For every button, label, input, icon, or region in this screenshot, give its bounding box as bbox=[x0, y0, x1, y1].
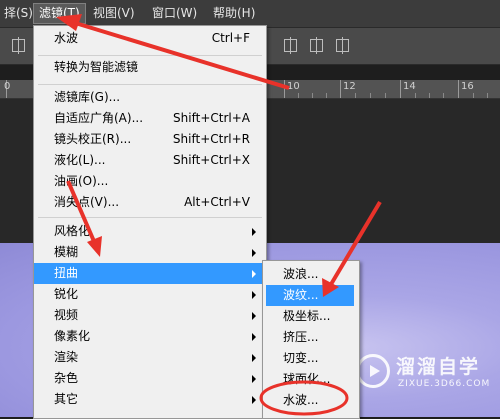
ruler-label: 16 bbox=[461, 81, 474, 92]
menu-item-label: 水波... bbox=[283, 393, 319, 407]
menu-item-label: 水波 bbox=[54, 31, 79, 45]
menu-item-shortcut: Ctrl+F bbox=[211, 31, 250, 45]
menu-item-lens-correction[interactable]: 镜头校正(R)... Shift+Ctrl+R bbox=[34, 129, 266, 150]
menu-item-shortcut: Shift+Ctrl+X bbox=[173, 153, 250, 167]
menu-item-label: 转换为智能滤镜 bbox=[54, 60, 139, 74]
menu-view[interactable]: 视图(V) bbox=[88, 4, 140, 23]
menu-bar: 择(S) 滤镜(T) 视图(V) 窗口(W) 帮助(H) bbox=[0, 0, 500, 28]
align-right-icon[interactable] bbox=[310, 37, 323, 54]
menu-item-zigzag[interactable]: 波纹... bbox=[266, 285, 354, 306]
ruler-label: 14 bbox=[403, 81, 416, 92]
menu-item-vanishing-point[interactable]: 消失点(V)... Alt+Ctrl+V bbox=[34, 192, 266, 213]
ruler-label: 12 bbox=[343, 81, 356, 92]
menu-item-label: 液化(L)... bbox=[54, 153, 106, 167]
submenu-arrow-icon bbox=[252, 354, 256, 362]
menu-item-label: 波纹... bbox=[283, 288, 319, 302]
menu-filter[interactable]: 滤镜(T) bbox=[33, 3, 86, 24]
menu-item-render[interactable]: 渲染 bbox=[34, 347, 266, 368]
menu-item-label: 风格化 bbox=[54, 224, 91, 238]
watermark-subtitle: ZIXUE.3D66.COM bbox=[398, 379, 491, 389]
watermark: 溜溜自学 ZIXUE.3D66.COM bbox=[356, 352, 496, 396]
menu-separator bbox=[38, 84, 262, 85]
menu-item-video[interactable]: 视频 bbox=[34, 305, 266, 326]
menu-window[interactable]: 窗口(W) bbox=[147, 4, 202, 23]
ruler-label: 0 bbox=[4, 81, 11, 92]
menu-item-blur[interactable]: 模糊 bbox=[34, 242, 266, 263]
menu-item-sharpen[interactable]: 锐化 bbox=[34, 284, 266, 305]
menu-item-label: 自适应广角(A)... bbox=[54, 111, 144, 125]
menu-item-label: 滤镜库(G)... bbox=[54, 90, 121, 104]
menu-item-adaptive-wide-angle[interactable]: 自适应广角(A)... Shift+Ctrl+A bbox=[34, 108, 266, 129]
menu-item-last-filter[interactable]: 水波 Ctrl+F bbox=[34, 28, 266, 49]
menu-item-pixelate[interactable]: 像素化 bbox=[34, 326, 266, 347]
menu-help[interactable]: 帮助(H) bbox=[208, 4, 260, 23]
filter-menu: 水波 Ctrl+F 转换为智能滤镜 滤镜库(G)... 自适应广角(A)... … bbox=[33, 25, 267, 419]
menu-item-stylize[interactable]: 风格化 bbox=[34, 221, 266, 242]
menu-item-label: 扭曲 bbox=[54, 266, 79, 280]
menu-item-shortcut: Shift+Ctrl+R bbox=[172, 132, 250, 146]
menu-separator bbox=[38, 217, 262, 218]
submenu-arrow-icon bbox=[252, 312, 256, 320]
menu-item-label: 渲染 bbox=[54, 350, 79, 364]
menu-item-spherize[interactable]: 球面化... bbox=[263, 369, 359, 390]
menu-item-label: 挤压... bbox=[283, 330, 319, 344]
submenu-arrow-icon bbox=[252, 270, 256, 278]
watermark-logo-icon bbox=[356, 354, 390, 388]
submenu-arrow-icon bbox=[252, 396, 256, 404]
menu-item-wave[interactable]: 波浪... bbox=[263, 264, 359, 285]
menu-item-label: 极坐标... bbox=[283, 309, 331, 323]
menu-item-pinch[interactable]: 挤压... bbox=[263, 327, 359, 348]
menu-item-other[interactable]: 其它 bbox=[34, 389, 266, 410]
menu-item-shear[interactable]: 切变... bbox=[263, 348, 359, 369]
align-left-icon[interactable] bbox=[12, 37, 25, 54]
menu-item-filter-gallery[interactable]: 滤镜库(G)... bbox=[34, 87, 266, 108]
menu-separator bbox=[38, 55, 262, 56]
menu-item-label: 切变... bbox=[283, 351, 319, 365]
ruler-label: 10 bbox=[287, 81, 300, 92]
menu-item-label: 球面化... bbox=[283, 372, 331, 386]
menu-item-label: 视频 bbox=[54, 308, 79, 322]
align-center-icon[interactable] bbox=[284, 37, 297, 54]
submenu-arrow-icon bbox=[252, 333, 256, 341]
submenu-arrow-icon bbox=[252, 228, 256, 236]
menu-item-label: 油画(O)... bbox=[54, 174, 109, 188]
distort-submenu: 波浪... 波纹... 极坐标... 挤压... 切变... 球面化... 水波… bbox=[262, 260, 360, 419]
menu-item-distort[interactable]: 扭曲 bbox=[34, 263, 266, 284]
distribute-icon[interactable] bbox=[336, 37, 349, 54]
menu-item-polar-coordinates[interactable]: 极坐标... bbox=[263, 306, 359, 327]
menu-item-label: 消失点(V)... bbox=[54, 195, 120, 209]
menu-item-label: 其它 bbox=[54, 392, 79, 406]
submenu-arrow-icon bbox=[252, 249, 256, 257]
menu-item-liquify[interactable]: 液化(L)... Shift+Ctrl+X bbox=[34, 150, 266, 171]
menu-item-label: 镜头校正(R)... bbox=[54, 132, 132, 146]
menu-item-noise[interactable]: 杂色 bbox=[34, 368, 266, 389]
menu-item-shortcut: Alt+Ctrl+V bbox=[184, 195, 250, 209]
menu-item-label: 波浪... bbox=[283, 267, 319, 281]
menu-item-convert-smart-filter[interactable]: 转换为智能滤镜 bbox=[34, 57, 266, 78]
submenu-arrow-icon bbox=[252, 291, 256, 299]
menu-item-shortcut: Shift+Ctrl+A bbox=[173, 111, 250, 125]
watermark-title: 溜溜自学 bbox=[396, 356, 481, 378]
menu-item-ocean-ripple[interactable]: 水波... bbox=[263, 390, 359, 411]
menu-item-label: 锐化 bbox=[54, 287, 79, 301]
submenu-arrow-icon bbox=[252, 375, 256, 383]
menu-item-label: 杂色 bbox=[54, 371, 79, 385]
menu-item-label: 模糊 bbox=[54, 245, 79, 259]
menu-item-label: 像素化 bbox=[54, 329, 91, 343]
menu-item-oil-paint[interactable]: 油画(O)... bbox=[34, 171, 266, 192]
